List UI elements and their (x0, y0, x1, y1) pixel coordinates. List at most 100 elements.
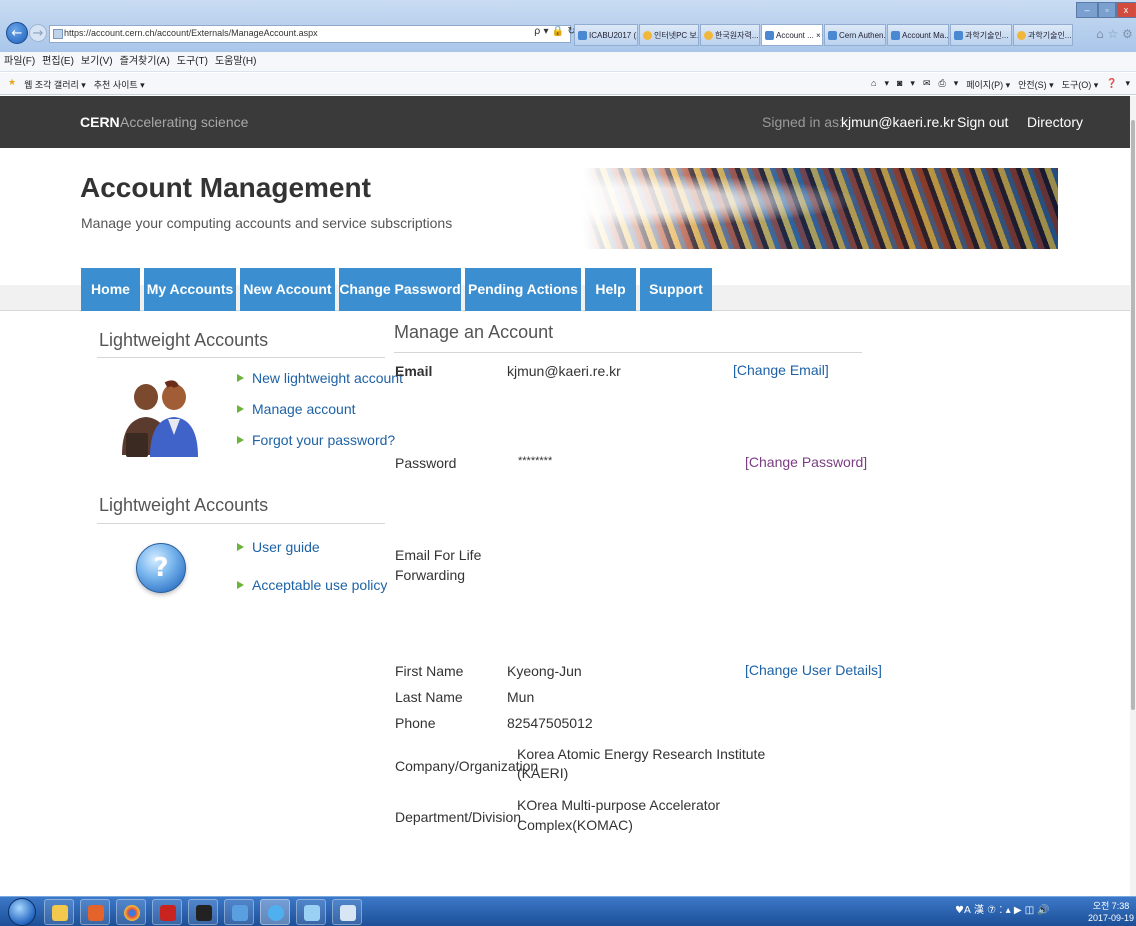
browser-tab[interactable]: 과학기술인... (1013, 24, 1073, 46)
cmd-rss-dropdown[interactable]: ▾ (910, 78, 915, 91)
rss-icon[interactable]: ◙ (897, 78, 902, 91)
menu-favorites[interactable]: 즐겨찾기(A) (120, 52, 170, 71)
browser-tab[interactable]: Cern Authen... (824, 24, 886, 46)
taskbar-paint[interactable] (332, 899, 362, 925)
nav-pending-actions[interactable]: Pending Actions (465, 268, 581, 311)
fav-web-slice-gallery[interactable]: 웹 조각 갤러리 ▾ (24, 78, 86, 91)
taskbar-app[interactable] (296, 899, 326, 925)
taskbar-terminal[interactable] (188, 899, 218, 925)
email-label: Email (395, 363, 433, 379)
taskbar-remote[interactable] (224, 899, 254, 925)
browser-tab[interactable]: 인터넷PC 보... (639, 24, 699, 46)
department-label: Department/Division (395, 809, 522, 825)
monitor-icon (232, 905, 248, 921)
change-email-link[interactable]: [Change Email] (733, 362, 829, 378)
link-manage-account[interactable]: Manage account (237, 401, 356, 417)
link-forgot-password[interactable]: Forgot your password? (237, 432, 395, 448)
nav-home[interactable]: Home (81, 268, 140, 311)
address-tools[interactable]: ρ ▾ 🔒 ↻ (534, 26, 576, 37)
menu-file[interactable]: 파일(F) (4, 52, 35, 71)
system-tray[interactable]: ♥A 漢 ⑦ ⁚ ▴ ▶ ◫ 🔊 (955, 901, 1050, 916)
signed-in-user: kjmun@kaeri.re.kr (841, 114, 955, 130)
browser-tab[interactable]: 한국원자력... (700, 24, 760, 46)
menu-help[interactable]: 도움말(H) (215, 52, 256, 71)
maximize-button[interactable]: ▫ (1098, 2, 1116, 18)
phone-value: 82547505012 (507, 715, 593, 731)
question-mark-icon: ? (136, 543, 186, 593)
sidebar-heading-2: Lightweight Accounts (99, 495, 269, 515)
start-button[interactable] (8, 898, 36, 926)
sidebar-divider (97, 357, 385, 358)
browser-tab-active[interactable]: Account ... × (761, 24, 823, 46)
menu-view[interactable]: 보기(V) (81, 52, 113, 71)
browser-tab[interactable]: Account Ma... (887, 24, 949, 46)
browser-menubar: 파일(F) 편집(E) 보기(V) 즐겨찾기(A) 도구(T) 도움말(H) (0, 52, 1136, 72)
taskbar-ie[interactable] (260, 899, 290, 925)
cmd-home-dropdown[interactable]: ▾ (884, 78, 889, 91)
chrome-icon (124, 905, 140, 921)
mail-icon[interactable]: ✉ (923, 78, 931, 91)
nav-support[interactable]: Support (640, 268, 712, 311)
forward-button[interactable]: → (29, 24, 47, 42)
taskbar-explorer[interactable] (44, 899, 74, 925)
link-user-guide[interactable]: User guide (237, 539, 320, 555)
last-name-label: Last Name (395, 689, 463, 705)
cmd-tools[interactable]: 도구(O) ▾ (1062, 78, 1099, 91)
address-bar[interactable]: https://account.cern.ch/account/External… (49, 25, 571, 43)
scrollbar-thumb[interactable] (1131, 120, 1135, 710)
sign-out-link[interactable]: Sign out (957, 114, 1008, 130)
department-value-line2: Complex(KOMAC) (517, 817, 633, 833)
gear-icon[interactable]: ⚙ (1122, 27, 1133, 41)
users-icon (122, 380, 198, 457)
cmd-help-dropdown[interactable]: ▾ (1125, 78, 1130, 91)
screen: ← → https://account.cern.ch/account/Exte… (0, 0, 1136, 926)
fav-suggested-sites[interactable]: 추천 사이트 ▾ (94, 78, 145, 91)
change-password-link[interactable]: [Change Password] (745, 454, 867, 470)
nav-my-accounts[interactable]: My Accounts (144, 268, 236, 311)
favorites-bar: ★ 웹 조각 갤러리 ▾ 추천 사이트 ▾ ⌂ ▾ ◙ ▾ ✉ ⎙ ▾ 페이지(… (0, 73, 1136, 95)
arrow-right-icon: → (32, 25, 44, 41)
cmd-print-dropdown[interactable]: ▾ (954, 78, 959, 91)
home-cmd-icon[interactable]: ⌂ (871, 78, 876, 91)
close-window-button[interactable]: x (1116, 2, 1136, 18)
back-button[interactable]: ← (6, 22, 28, 44)
email-forwarding-label-line1: Email For Life (395, 547, 482, 563)
home-icon[interactable]: ⌂ (1096, 27, 1104, 41)
clock-time: 오전 7:38 (1092, 901, 1130, 911)
browser-home-fav-icons[interactable]: ⌂ ☆ ⚙ (1096, 27, 1133, 41)
link-new-lightweight-account[interactable]: New lightweight account (237, 370, 403, 386)
print-icon[interactable]: ⎙ (939, 78, 946, 91)
browser-tab[interactable]: 과학기술인... (950, 24, 1012, 46)
nav-change-password[interactable]: Change Password (339, 268, 461, 311)
change-user-details-link[interactable]: [Change User Details] (745, 662, 882, 678)
maximize-icon: ▫ (1105, 5, 1109, 15)
company-value-line1: Korea Atomic Energy Research Institute (517, 746, 766, 762)
cern-logo[interactable]: CERN (80, 114, 120, 130)
nav-new-account[interactable]: New Account (240, 268, 335, 311)
first-name-label: First Name (395, 663, 464, 679)
banner-image (582, 168, 1058, 249)
browser-tab[interactable]: ICABU2017 (... (574, 24, 638, 46)
close-icon: x (1123, 5, 1129, 15)
nav-help[interactable]: Help (585, 268, 636, 311)
email-forwarding-label-line2: Forwarding (395, 567, 466, 583)
password-label: Password (395, 455, 457, 471)
menu-edit[interactable]: 편집(E) (42, 52, 74, 71)
taskbar-acrobat[interactable] (152, 899, 182, 925)
tab-strip: ICABU2017 (... 인터넷PC 보... 한국원자력... Accou… (574, 24, 1074, 46)
cmd-page[interactable]: 페이지(P) ▾ (966, 78, 1010, 91)
taskbar-clock[interactable]: 오전 7:38 2017-09-19 (1088, 900, 1134, 924)
help-icon[interactable]: ❓ (1106, 78, 1117, 91)
cmd-safety[interactable]: 안전(S) ▾ (1018, 78, 1054, 91)
minimize-button[interactable]: – (1076, 2, 1098, 18)
paint-icon (340, 905, 356, 921)
main-heading: Manage an Account (394, 322, 554, 342)
directory-link[interactable]: Directory (1027, 114, 1083, 130)
taskbar-chrome[interactable] (116, 899, 146, 925)
taskbar-office[interactable] (80, 899, 110, 925)
link-acceptable-use-policy[interactable]: Acceptable use policy (237, 577, 387, 593)
arrow-left-icon: ← (11, 25, 23, 41)
favorites-star-icon[interactable]: ★ (8, 78, 16, 91)
menu-tools[interactable]: 도구(T) (177, 52, 208, 71)
star-icon[interactable]: ☆ (1107, 27, 1118, 41)
